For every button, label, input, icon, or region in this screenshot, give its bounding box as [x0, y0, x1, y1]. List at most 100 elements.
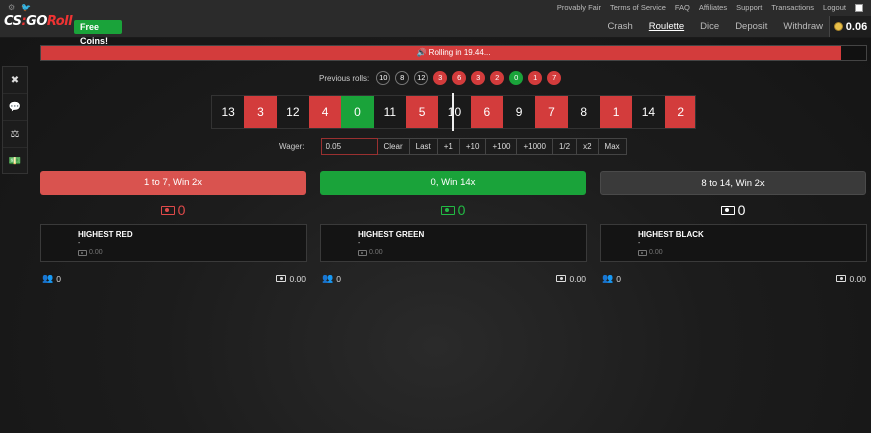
green-total-value: 0	[457, 202, 466, 218]
link-provably-fair[interactable]: Provably Fair	[557, 3, 601, 12]
roulette-tile: 14	[632, 96, 665, 128]
money-icon[interactable]: 💵	[3, 148, 27, 175]
red-users-count: 0	[56, 273, 61, 284]
settings-checkbox[interactable]	[855, 3, 863, 12]
top-links: Provably Fair Terms of Service FAQ Affil…	[557, 3, 863, 12]
wager-button-1[interactable]: +1	[437, 138, 460, 155]
users-icon: 👥	[322, 273, 334, 283]
wager-button-clear[interactable]: Clear	[377, 138, 410, 155]
roulette-tile: 8	[567, 96, 600, 128]
bet-black-button[interactable]: 8 to 14, Win 2x	[600, 171, 866, 195]
highest-red-amount: 0.00	[78, 249, 103, 256]
top-bar: ⚙ 🐦 CS:GORoll Free Coins! Provably Fair …	[0, 0, 871, 46]
highest-black-panel: HIGHEST BLACK - 0.00	[600, 224, 867, 262]
wager-button-max[interactable]: Max	[598, 138, 627, 155]
roulette-tile: 13	[212, 96, 245, 128]
wager-button-100[interactable]: +100	[486, 138, 518, 155]
highest-black-amount: 0.00	[638, 249, 663, 256]
money-icon	[440, 205, 455, 215]
roulette-tile: 4	[308, 96, 342, 128]
highest-red-panel: HIGHEST RED - 0.00	[40, 224, 307, 262]
roulette-tile: 3	[244, 96, 277, 128]
highest-green-amount: 0.00	[358, 249, 383, 256]
previous-roll: 3	[471, 71, 486, 85]
nav-withdraw[interactable]: Withdraw	[783, 21, 823, 32]
scale-icon[interactable]: ⚖	[3, 121, 27, 148]
twitter-icon[interactable]: 🐦	[21, 3, 31, 12]
roulette-tile: 11	[373, 96, 406, 128]
wager-buttons: Clear Last +1 +10 +100 +1000 1/2 x2 Max	[377, 138, 627, 155]
money-icon	[78, 249, 87, 256]
roulette-tile: 1	[599, 96, 633, 128]
wager-button-1000[interactable]: +1000	[517, 138, 553, 155]
previous-roll: 6	[452, 71, 467, 85]
red-total-value: 0	[177, 202, 186, 218]
roulette-marker	[452, 93, 454, 131]
wager-button-last[interactable]: Last	[409, 138, 438, 155]
previous-roll: 7	[547, 71, 562, 85]
free-coins-badge[interactable]: Free Coins!	[74, 20, 122, 46]
close-icon[interactable]: ✖	[3, 67, 27, 94]
previous-rolls: Previous rolls: 10 8 12 3 6 3 2 0 1 7	[319, 71, 562, 85]
previous-roll: 3	[433, 71, 448, 85]
link-affiliates[interactable]: Affiliates	[699, 3, 727, 12]
money-icon	[358, 249, 367, 256]
previous-roll: 10	[376, 71, 391, 85]
link-terms[interactable]: Terms of Service	[610, 3, 666, 12]
green-stats: 👥 0 0.00	[322, 273, 586, 284]
roulette-tile: 12	[276, 96, 309, 128]
highest-black-title: HIGHEST BLACK	[638, 230, 704, 239]
nav-roulette[interactable]: Roulette	[649, 21, 684, 32]
money-icon	[276, 275, 287, 282]
highest-green-user: -	[358, 240, 361, 247]
steam-icon[interactable]: ⚙	[8, 3, 15, 12]
green-total: 0	[320, 202, 586, 218]
main-nav: Crash Roulette Dice Deposit Withdraw	[607, 21, 823, 32]
roulette-tile: 2	[664, 96, 695, 128]
green-sum: 0.00	[569, 273, 586, 284]
black-stats: 👥 0 0.00	[602, 273, 866, 284]
nav-dice[interactable]: Dice	[700, 21, 719, 32]
bet-green-button[interactable]: 0, Win 14x	[320, 171, 586, 195]
chat-icon[interactable]: 💬	[3, 94, 27, 121]
previous-rolls-label: Previous rolls:	[319, 73, 370, 83]
users-icon: 👥	[42, 273, 54, 283]
roulette-tile: 9	[502, 96, 536, 128]
roulette-tile: 6	[470, 96, 503, 128]
logo-mark: CS:GORoll	[4, 14, 73, 29]
logo[interactable]: CS:GORoll Free Coins!	[4, 14, 122, 46]
highest-black-amount-value: 0.00	[649, 249, 663, 256]
roulette-tile: 0	[341, 96, 374, 128]
nav-crash[interactable]: Crash	[607, 21, 632, 32]
roulette-tile: 7	[535, 96, 568, 128]
highest-red-amount-value: 0.00	[89, 249, 103, 256]
wager-input[interactable]	[320, 138, 378, 155]
previous-roll: 2	[490, 71, 505, 85]
money-icon	[836, 275, 847, 282]
link-support[interactable]: Support	[736, 3, 762, 12]
highest-green-amount-value: 0.00	[369, 249, 383, 256]
link-faq[interactable]: FAQ	[675, 3, 690, 12]
roulette-tile: 10	[438, 96, 471, 128]
balance-value: 0.06	[845, 20, 868, 33]
money-icon	[720, 205, 735, 215]
money-icon	[556, 275, 567, 282]
money-icon	[638, 249, 647, 256]
link-logout[interactable]: Logout	[823, 3, 846, 12]
previous-roll: 12	[414, 71, 429, 85]
balance: 0.06	[829, 16, 871, 37]
bet-red-button[interactable]: 1 to 7, Win 2x	[40, 171, 306, 195]
wager-button-12[interactable]: 1/2	[552, 138, 578, 155]
roll-progress-bar: 🔊 Rolling in 19.44...	[40, 45, 867, 61]
nav-deposit[interactable]: Deposit	[735, 21, 767, 32]
link-transactions[interactable]: Transactions	[771, 3, 814, 12]
wager-button-x2[interactable]: x2	[577, 138, 599, 155]
highest-black-user: -	[638, 240, 641, 247]
green-users-count: 0	[336, 273, 341, 284]
previous-roll: 1	[528, 71, 543, 85]
wager-button-10[interactable]: +10	[459, 138, 487, 155]
users-icon: 👥	[602, 273, 614, 283]
wager-controls: Wager: ClearLast+1+10+100+10001/2x2Max	[279, 138, 627, 155]
wager-label: Wager:	[279, 142, 305, 151]
previous-roll: 0	[509, 71, 524, 85]
